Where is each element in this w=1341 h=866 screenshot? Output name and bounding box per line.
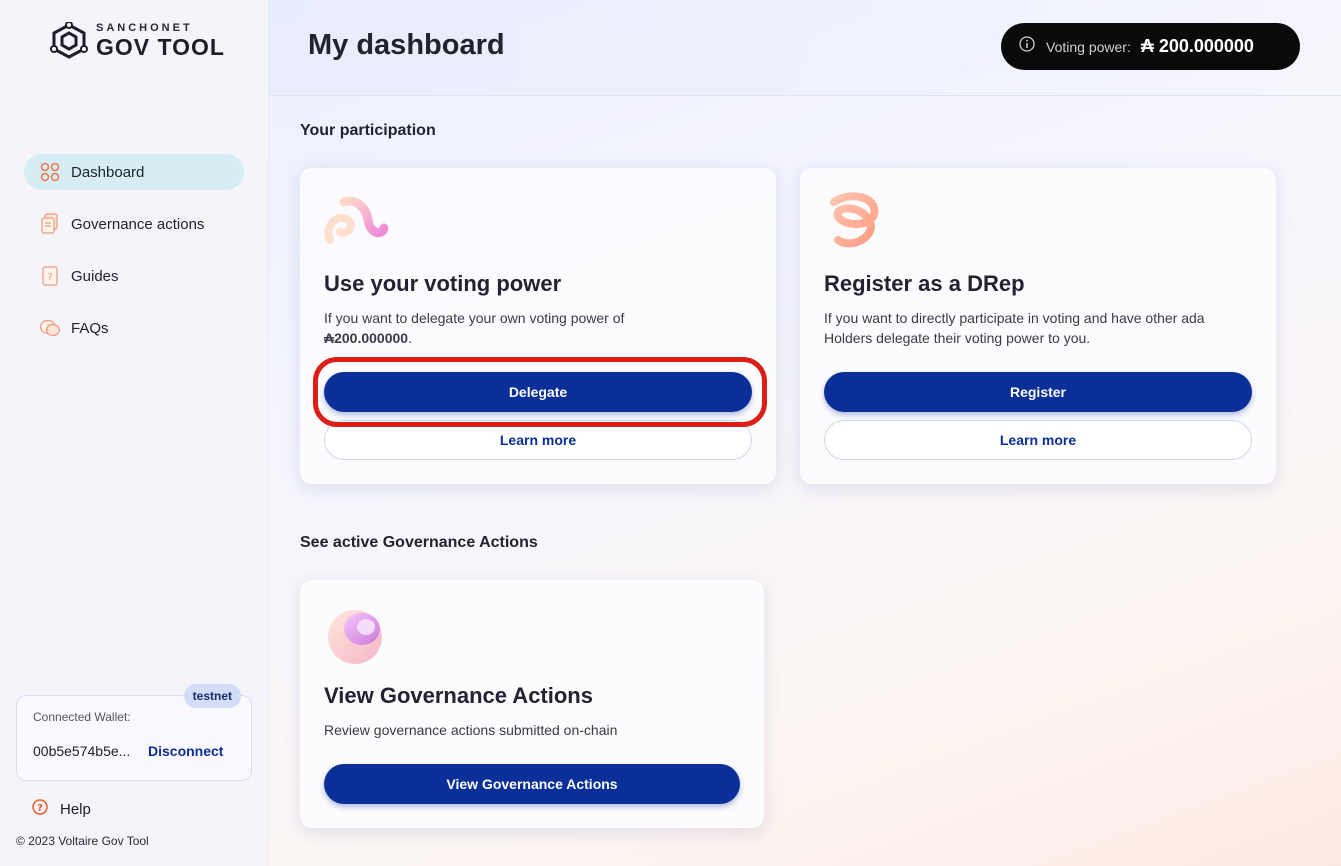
network-badge: testnet	[183, 684, 241, 708]
documents-icon	[39, 213, 61, 235]
top-bar: My dashboard Voting power: ₳ 200.000000	[269, 0, 1341, 96]
sidebar-item-label: Guides	[71, 267, 119, 285]
voting-power-amount: ₳200.000000	[324, 330, 409, 346]
card-description-text: If you want to delegate your own voting …	[324, 310, 625, 326]
page-title: My dashboard	[308, 29, 505, 61]
voting-power-pill: Voting power: ₳ 200.000000	[1001, 23, 1300, 70]
sidebar-item-dashboard[interactable]: Dashboard	[24, 154, 244, 190]
info-icon[interactable]	[1019, 36, 1035, 57]
register-drep-card: Register as a DRep If you want to direct…	[800, 168, 1276, 484]
register-button[interactable]: Register	[824, 372, 1252, 412]
sidebar-item-faqs[interactable]: ? FAQs	[24, 310, 244, 346]
sidebar-item-label: FAQs	[71, 319, 109, 337]
gov-tool-logo-icon	[50, 22, 88, 59]
voting-power-label: Voting power:	[1046, 38, 1131, 55]
delegate-button[interactable]: Delegate	[324, 372, 752, 412]
faq-chat-icon: ?	[39, 317, 61, 339]
card-description-suffix: .	[408, 330, 412, 346]
card-title: Use your voting power	[324, 271, 562, 296]
svg-text:?: ?	[37, 803, 43, 814]
logo-subtitle: SANCHONET	[96, 22, 193, 34]
learn-more-button[interactable]: Learn more	[824, 420, 1252, 460]
governance-section-title: See active Governance Actions	[300, 534, 538, 551]
card-description: If you want to delegate your own voting …	[324, 308, 754, 348]
copyright: © 2023 Voltaire Gov Tool	[16, 834, 149, 848]
help-question-icon: ?	[32, 799, 48, 819]
wallet-label: Connected Wallet:	[33, 710, 131, 724]
logo-title: GOV TOOL	[96, 34, 225, 60]
app-logo[interactable]: SANCHONET GOV TOOL	[48, 22, 225, 60]
help-link[interactable]: ? Help	[32, 799, 91, 819]
voting-power-card: Use your voting power If you want to del…	[300, 168, 776, 484]
participation-section-title: Your participation	[300, 122, 436, 139]
sidebar: SANCHONET GOV TOOL Dashboard Governance …	[0, 0, 269, 866]
swirl-ribbon-icon	[324, 196, 388, 244]
voting-power-value: ₳ 200.000000	[1140, 36, 1254, 56]
main-content: My dashboard Voting power: ₳ 200.000000 …	[269, 0, 1341, 866]
wallet-address: 00b5e574b5e...	[33, 743, 131, 759]
disconnect-button[interactable]: Disconnect	[148, 743, 223, 759]
coil-spring-icon	[830, 192, 879, 248]
learn-more-button[interactable]: Learn more	[324, 420, 752, 460]
sidebar-nav: Dashboard Governance actions ? Guides ? …	[24, 154, 244, 362]
card-description: If you want to directly participate in v…	[824, 310, 1205, 346]
svg-text:?: ?	[46, 323, 50, 332]
connected-wallet-panel: testnet Connected Wallet: 00b5e574b5e...…	[16, 684, 252, 781]
sidebar-item-label: Governance actions	[71, 215, 205, 233]
sidebar-item-governance-actions[interactable]: Governance actions	[24, 206, 244, 242]
card-title: View Governance Actions	[324, 683, 593, 708]
card-description: Review governance actions submitted on-c…	[324, 722, 618, 738]
card-title: Register as a DRep	[824, 271, 1025, 296]
guide-book-icon: ?	[39, 265, 61, 287]
view-governance-actions-button[interactable]: View Governance Actions	[324, 764, 740, 804]
dashboard-grid-icon	[39, 161, 61, 183]
svg-text:?: ?	[47, 272, 52, 283]
sidebar-item-label: Dashboard	[71, 163, 145, 181]
view-governance-card: View Governance Actions Review governanc…	[300, 580, 764, 828]
help-label: Help	[60, 800, 91, 818]
sidebar-item-guides[interactable]: ? Guides	[24, 258, 244, 294]
layered-sphere-icon	[328, 610, 382, 664]
